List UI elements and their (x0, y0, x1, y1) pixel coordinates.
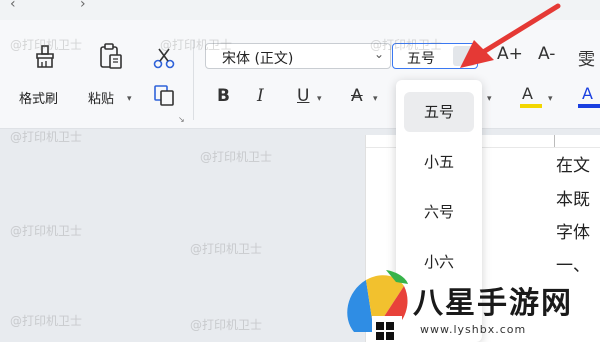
format-painter-label: 格式刷 (19, 92, 59, 107)
italic-icon[interactable]: I (257, 86, 264, 106)
logo-url: www.lyshbx.com (420, 323, 527, 336)
underline-icon[interactable]: U (297, 86, 309, 106)
phonetic-guide-icon[interactable]: 雯 (578, 45, 595, 70)
font-size-option[interactable]: 六号 (404, 192, 474, 232)
annotation-arrow (460, 3, 561, 68)
font-name-value: 宋体 (正文) (222, 51, 294, 67)
font-color-button[interactable]: A (578, 84, 600, 108)
clipboard-dialog-launcher-icon[interactable]: ↘ (178, 115, 185, 124)
underline-chevron-down-icon[interactable]: ▾ (317, 94, 322, 104)
logo-title: 八星手游网 (413, 286, 573, 321)
highlight-button[interactable]: A (520, 84, 542, 108)
watermark: @打印机卫士 (10, 130, 83, 144)
watermark: @打印机卫士 (190, 318, 263, 332)
watermark: @打印机卫士 (370, 38, 443, 52)
font-size-option[interactable]: 小五 (404, 142, 474, 182)
highlight-color-bar (520, 104, 542, 108)
site-logo: 八星手游网 www.lyshbx.com (340, 268, 600, 342)
chevron-left-icon[interactable]: ‹ (10, 0, 16, 12)
font-color-bar (578, 104, 600, 108)
document-line: 在文 (556, 156, 590, 176)
strikethrough-icon[interactable]: A (351, 86, 363, 106)
logo-mark-icon (347, 270, 408, 342)
chevron-down-icon[interactable]: ▾ (487, 94, 492, 104)
bold-icon[interactable]: B (217, 86, 230, 106)
watermark: @打印机卫士 (190, 242, 263, 256)
document-line: 本既 (556, 190, 590, 210)
highlight-icon: A (522, 84, 533, 103)
font-size-option[interactable]: 五号 (404, 92, 474, 132)
watermark: @打印机卫士 (160, 38, 233, 52)
margin-corner-mark (554, 135, 555, 147)
watermark: @打印机卫士 (10, 38, 83, 52)
watermark: @打印机卫士 (200, 150, 273, 164)
chevron-right-icon[interactable]: › (80, 0, 86, 12)
highlight-chevron-down-icon[interactable]: ▾ (548, 94, 553, 104)
paste-label: 粘贴 (88, 92, 115, 107)
document-line: 字体 (556, 223, 590, 243)
watermark: @打印机卫士 (10, 224, 83, 238)
copy-icon[interactable] (152, 83, 176, 107)
strikethrough-chevron-down-icon[interactable]: ▾ (373, 94, 378, 104)
font-name-combobox[interactable]: 宋体 (正文) ⌄ (205, 43, 391, 69)
font-color-icon: A (582, 84, 593, 103)
clipboard-icon (100, 43, 122, 69)
paste-chevron-down-icon[interactable]: ▾ (127, 94, 132, 104)
watermark: @打印机卫士 (10, 314, 83, 328)
